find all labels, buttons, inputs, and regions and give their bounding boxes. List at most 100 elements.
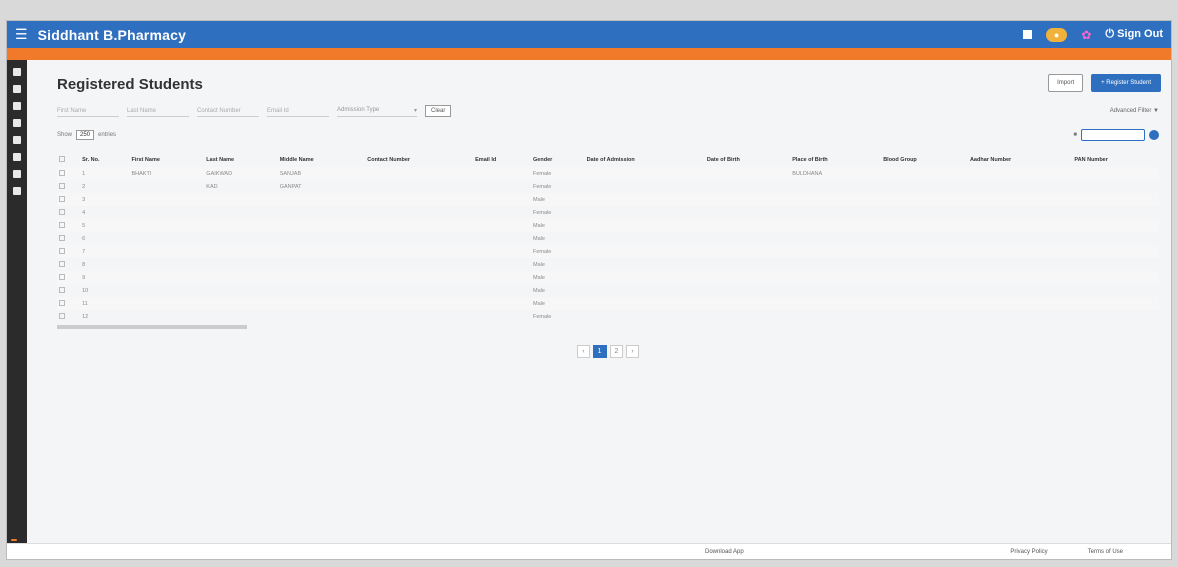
- table-row[interactable]: 1 BHAKTI GAIKWAD SANJAB Female BULDHANA: [57, 167, 1159, 180]
- last-name-filter[interactable]: Last Name: [127, 106, 189, 117]
- table-row[interactable]: 6 Male: [57, 232, 1159, 245]
- sidebar-settings-icon[interactable]: [13, 187, 21, 195]
- privacy-link[interactable]: Privacy Policy: [1010, 549, 1047, 555]
- sidebar-reports-icon[interactable]: [13, 102, 21, 110]
- first-name-filter[interactable]: First Name: [57, 106, 119, 117]
- row-checkbox[interactable]: [57, 167, 81, 180]
- sign-out-button[interactable]: ⏻ Sign Out: [1105, 28, 1163, 41]
- table-cell: [790, 232, 881, 245]
- table-row[interactable]: 12 Female: [57, 310, 1159, 323]
- export-icon[interactable]: ■: [1073, 132, 1077, 138]
- column-header[interactable]: Last Name: [204, 153, 277, 167]
- table-cell: [129, 193, 205, 206]
- contact-filter[interactable]: Contact Number: [197, 106, 259, 117]
- table-cell: Female: [533, 183, 552, 190]
- row-checkbox[interactable]: [57, 193, 81, 206]
- chevron-down-icon: ▾: [413, 108, 417, 114]
- table-cell: [790, 284, 881, 297]
- row-checkbox[interactable]: [57, 180, 80, 193]
- page-button[interactable]: 2: [609, 345, 624, 358]
- top-navbar: ☰ Siddhant B.Pharmacy ● ✿ ⏻ Sign Out: [7, 21, 1171, 48]
- table-cell: [129, 232, 204, 245]
- table-cell: [278, 206, 366, 219]
- advanced-filter-button[interactable]: Advanced Filter ▼: [1110, 108, 1159, 114]
- sidebar-students-icon[interactable]: [13, 85, 21, 93]
- column-header[interactable]: Contact Number: [365, 153, 473, 167]
- table-row[interactable]: 7 Female: [57, 245, 1159, 258]
- fullscreen-icon[interactable]: [1022, 30, 1032, 39]
- row-checkbox[interactable]: [57, 232, 80, 245]
- column-header[interactable]: Gender: [531, 153, 585, 167]
- table-cell: [204, 258, 277, 271]
- sidebar-attendance-icon[interactable]: [13, 170, 21, 178]
- column-header[interactable]: Sr. No.: [80, 153, 129, 167]
- table-row[interactable]: 3 Male: [57, 193, 1159, 206]
- table-cell: [1072, 297, 1159, 310]
- page-button[interactable]: 1: [592, 345, 607, 358]
- row-checkbox[interactable]: [57, 310, 80, 323]
- table-cell: [881, 193, 968, 206]
- table-row[interactable]: 8 Male: [57, 258, 1159, 271]
- column-header[interactable]: Blood Group: [881, 153, 968, 167]
- row-checkbox[interactable]: [57, 271, 81, 284]
- user-badge[interactable]: ●: [1045, 27, 1068, 42]
- sidebar-exams-icon[interactable]: [13, 119, 21, 127]
- column-header[interactable]: PAN Number: [1072, 153, 1159, 167]
- table-row[interactable]: 10 Male: [57, 284, 1159, 297]
- prev-page-button[interactable]: ‹: [577, 345, 590, 358]
- sidebar-fees-icon[interactable]: [13, 136, 21, 144]
- row-checkbox[interactable]: [57, 219, 81, 232]
- column-header[interactable]: Place of Birth: [790, 153, 881, 167]
- table-cell: [968, 284, 1072, 297]
- row-checkbox[interactable]: [57, 245, 81, 258]
- table-row[interactable]: 2 KAD GANPAT Female: [57, 180, 1159, 193]
- table-cell: [129, 271, 205, 284]
- column-header[interactable]: Middle Name: [278, 153, 366, 167]
- settings-icon[interactable]: ✿: [1081, 28, 1091, 42]
- terms-link[interactable]: Terms of Use: [1088, 549, 1123, 555]
- column-header[interactable]: Aadhar Number: [968, 153, 1072, 167]
- table-cell: [967, 271, 1073, 284]
- column-header[interactable]: Date of Admission: [585, 153, 705, 167]
- table-cell: [204, 193, 278, 206]
- select-all-checkbox[interactable]: [57, 153, 80, 167]
- hamburger-menu-icon[interactable]: ☰: [15, 26, 28, 43]
- search-input[interactable]: [1081, 129, 1145, 141]
- table-cell: [129, 219, 205, 232]
- table-cell: [1072, 219, 1159, 232]
- clear-button[interactable]: Clear: [425, 105, 452, 117]
- table-cell: [790, 310, 881, 323]
- sidebar-dashboard-icon[interactable]: [13, 68, 21, 76]
- table-row[interactable]: 4 Female: [57, 206, 1159, 219]
- next-page-button[interactable]: ›: [626, 345, 639, 358]
- column-header[interactable]: Date of Birth: [705, 153, 790, 167]
- column-header[interactable]: First Name: [129, 153, 204, 167]
- table-cell: [204, 271, 278, 284]
- entries-select[interactable]: 250: [76, 130, 95, 140]
- search-icon[interactable]: [1149, 130, 1159, 140]
- table-cell: [204, 245, 278, 258]
- register-student-button[interactable]: + Register Student: [1091, 74, 1161, 92]
- sidebar-library-icon[interactable]: [13, 153, 21, 161]
- table-cell: [704, 245, 791, 258]
- table-cell: [584, 297, 705, 310]
- row-checkbox[interactable]: [57, 297, 81, 310]
- table-row[interactable]: 11 Male: [57, 297, 1159, 310]
- email-filter[interactable]: Email Id: [267, 106, 329, 117]
- table-cell: [881, 310, 968, 323]
- download-app-link[interactable]: Download App: [705, 549, 744, 555]
- row-checkbox[interactable]: [57, 206, 80, 219]
- column-header[interactable]: Email Id: [473, 153, 531, 167]
- table-cell: [584, 219, 705, 232]
- import-button[interactable]: Import: [1048, 74, 1084, 92]
- horizontal-scrollbar[interactable]: [57, 325, 247, 329]
- row-checkbox[interactable]: [57, 284, 80, 297]
- table-cell: [473, 284, 531, 297]
- table-cell: [473, 180, 531, 193]
- table-cell: [277, 297, 366, 310]
- table-cell: 8: [82, 261, 86, 268]
- row-checkbox[interactable]: [57, 258, 80, 271]
- table-row[interactable]: 9 Male: [57, 271, 1159, 284]
- table-row[interactable]: 5 Male: [57, 219, 1159, 232]
- admission-type-select[interactable]: Admission Type ▾: [337, 105, 417, 117]
